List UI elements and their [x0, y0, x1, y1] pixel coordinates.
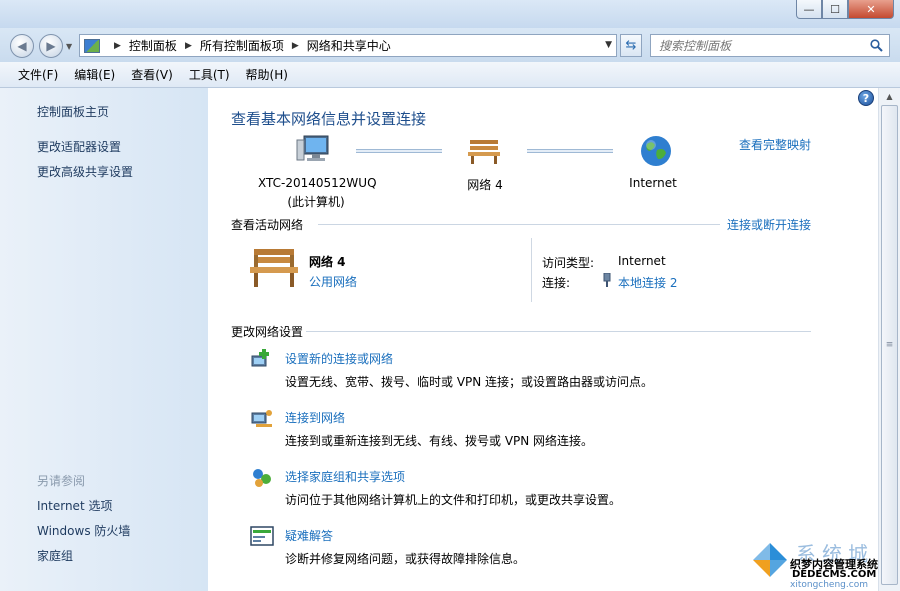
homegroup-sharing-desc: 访问位于其他网络计算机上的文件和打印机，或更改共享设置。: [285, 493, 622, 507]
menu-help[interactable]: 帮助(H): [238, 66, 296, 83]
homegroup-sharing-link[interactable]: 选择家庭组和共享选项: [285, 468, 405, 485]
setup-connection-desc: 设置无线、宽带、拨号、临时或 VPN 连接；或设置路由器或访问点。: [285, 375, 654, 389]
vertical-divider: [531, 238, 532, 302]
breadcrumb-network-center[interactable]: 网络和共享中心: [307, 37, 391, 54]
troubleshoot-link[interactable]: 疑难解答: [285, 527, 333, 544]
troubleshoot-desc: 诊断并修复网络问题，或获得故障排除信息。: [285, 552, 526, 566]
search-input[interactable]: [659, 35, 859, 56]
section-divider: [306, 331, 811, 332]
new-connection-icon[interactable]: [250, 348, 274, 370]
menu-tools[interactable]: 工具(T): [181, 66, 238, 83]
recent-pages-dropdown-icon[interactable]: ▼: [66, 42, 72, 51]
computer-icon: [296, 135, 329, 161]
forward-button[interactable]: ▶: [39, 34, 63, 58]
main-content: ? 查看基本网络信息并设置连接 查看完整映射 XTC-20140512WUQ (…: [208, 88, 878, 591]
public-network-bench-icon[interactable]: [248, 245, 300, 291]
menu-file[interactable]: 文件(F): [10, 66, 66, 83]
vertical-scrollbar[interactable]: ▲ ≡: [878, 88, 900, 591]
connect-network-icon[interactable]: [250, 407, 274, 429]
watermark-logo-icon: [750, 540, 790, 580]
see-also-heading: 另请参阅: [37, 474, 86, 488]
change-adapter-settings-link[interactable]: 更改适配器设置: [37, 138, 121, 155]
breadcrumb-all-items[interactable]: 所有控制面板项: [200, 37, 284, 54]
scroll-thumb[interactable]: ≡: [881, 105, 898, 585]
homegroup-link[interactable]: 家庭组: [37, 547, 73, 564]
active-network-heading: 查看活动网络: [231, 218, 304, 232]
network-bench-icon: [468, 140, 500, 164]
connect-to-network-desc: 连接到或重新连接到无线、有线、拨号或 VPN 网络连接。: [285, 434, 594, 448]
search-box[interactable]: [650, 34, 890, 57]
control-panel-icon: [84, 38, 100, 53]
map-connector-line: [527, 149, 613, 153]
back-button[interactable]: ◀: [10, 34, 34, 58]
active-network-name: 网络 4: [309, 255, 346, 269]
setup-connection-link[interactable]: 设置新的连接或网络: [285, 350, 393, 367]
section-divider: [318, 224, 720, 225]
internet-options-link[interactable]: Internet 选项: [37, 497, 112, 514]
menu-bar: 文件(F) 编辑(E) 查看(V) 工具(T) 帮助(H): [0, 62, 900, 88]
menu-edit[interactable]: 编辑(E): [66, 66, 123, 83]
windows-firewall-link[interactable]: Windows 防火墙: [37, 522, 130, 539]
address-row: ◀ ▶ ▼ ▶ 控制面板 ▶ 所有控制面板项 ▶ 网络和共享中心 ▼ ⇆: [0, 28, 900, 62]
connect-disconnect-link[interactable]: 连接或断开连接: [727, 216, 811, 233]
close-button[interactable]: ✕: [848, 0, 894, 19]
change-settings-heading: 更改网络设置: [231, 325, 304, 339]
control-panel-home-link[interactable]: 控制面板主页: [37, 103, 109, 120]
search-icon[interactable]: [870, 39, 883, 52]
access-type-label: 访问类型:: [542, 256, 595, 270]
local-connection-link[interactable]: 本地连接 2: [618, 274, 677, 291]
change-sharing-settings-link[interactable]: 更改高级共享设置: [37, 163, 133, 180]
chevron-right-icon[interactable]: ▶: [292, 41, 299, 51]
help-icon[interactable]: ?: [858, 90, 874, 106]
computer-sub-label: (此计算机): [287, 195, 345, 209]
troubleshoot-icon[interactable]: [250, 525, 274, 547]
watermark-line3: xitongcheng.com: [790, 580, 868, 590]
page-title: 查看基本网络信息并设置连接: [231, 110, 427, 128]
connections-label: 连接:: [542, 276, 571, 290]
address-dropdown-icon[interactable]: ▼: [605, 40, 612, 50]
grip-icon: ≡: [885, 340, 894, 350]
menu-view[interactable]: 查看(V): [123, 66, 181, 83]
network-name-label[interactable]: 网络 4: [453, 176, 517, 193]
chevron-right-icon[interactable]: ▶: [185, 41, 192, 51]
watermark-line2: DEDECMS.COM: [792, 569, 877, 580]
breadcrumb-control-panel[interactable]: 控制面板: [129, 37, 177, 54]
refresh-icon: ⇆: [625, 38, 637, 53]
computer-name-label: XTC-20140512WUQ: [258, 176, 377, 190]
window-controls: — ☐ ✕: [796, 0, 894, 19]
left-nav-pane: 控制面板主页 更改适配器设置 更改高级共享设置 另请参阅 Internet 选项…: [0, 88, 208, 591]
address-bar[interactable]: ▶ 控制面板 ▶ 所有控制面板项 ▶ 网络和共享中心 ▼: [79, 34, 617, 57]
forward-arrow-icon: ▶: [46, 39, 56, 53]
ethernet-plug-icon: [603, 273, 611, 287]
title-bar: — ☐ ✕: [0, 0, 900, 28]
homegroup-sharing-icon[interactable]: [250, 467, 274, 489]
minimize-button[interactable]: —: [796, 0, 822, 19]
internet-globe-icon: [641, 136, 671, 166]
maximize-button[interactable]: ☐: [822, 0, 848, 19]
network-type-link[interactable]: 公用网络: [309, 273, 357, 290]
watermark: 系统城 织梦内容管理系统 DEDECMS.COM xitongcheng.com: [748, 538, 898, 590]
scroll-up-arrow-icon[interactable]: ▲: [879, 88, 900, 105]
access-type-value: Internet: [618, 254, 666, 268]
full-map-link[interactable]: 查看完整映射: [739, 136, 811, 153]
refresh-button[interactable]: ⇆: [620, 34, 642, 57]
internet-label[interactable]: Internet: [618, 176, 688, 190]
connect-to-network-link[interactable]: 连接到网络: [285, 409, 345, 426]
back-arrow-icon: ◀: [17, 39, 27, 53]
chevron-right-icon[interactable]: ▶: [114, 41, 121, 51]
map-connector-line: [356, 149, 442, 153]
